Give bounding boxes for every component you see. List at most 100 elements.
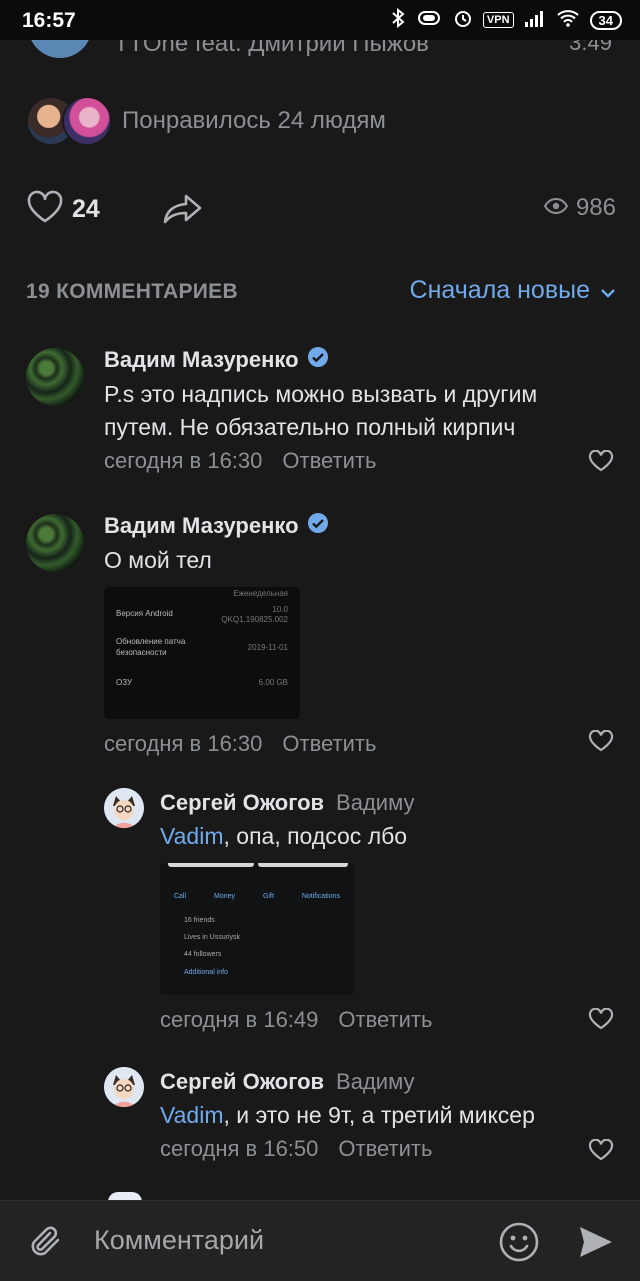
eye-icon	[543, 194, 569, 222]
comment-author[interactable]: Сергей Ожогов Вадиму	[160, 1069, 600, 1095]
heart-icon	[588, 729, 614, 756]
smiley-icon	[498, 1222, 540, 1267]
attachment-text: безопасности	[116, 648, 167, 657]
attachment-bar	[168, 863, 254, 867]
comment-time: сегодня в 16:50	[160, 1136, 319, 1161]
comment-text-rest: , опа, подсос лбо	[223, 823, 408, 849]
comments-sort-dropdown[interactable]: Сначала новые	[410, 276, 616, 305]
comment-like-button[interactable]	[588, 729, 614, 757]
share-button[interactable]	[162, 192, 204, 231]
avatar[interactable]	[104, 1067, 144, 1107]
mention-link[interactable]: Vadim	[160, 1102, 224, 1128]
comments-count: 19 КОММЕНТАРИЕВ	[26, 280, 238, 303]
verified-icon	[307, 346, 329, 374]
comment-time: сегодня в 16:49	[160, 1007, 319, 1032]
attachment-button-money: Money	[214, 893, 236, 900]
alarm-icon	[453, 8, 473, 32]
comment-body: Сергей Ожогов Вадиму Vadim, и это не 9т,…	[160, 1069, 600, 1162]
reply-button[interactable]: Ответить	[282, 731, 376, 757]
heart-icon	[588, 449, 614, 476]
attachment-button-call: Call	[173, 893, 187, 900]
status-bar: 16:57 VPN 34	[0, 0, 640, 40]
attachment-text: ОЗУ	[116, 678, 133, 687]
status-time: 16:57	[22, 9, 76, 32]
post-actions: 24 986	[26, 190, 616, 234]
heart-icon	[588, 1007, 614, 1034]
mention-link[interactable]: Vadim	[160, 823, 224, 849]
attachment-text: Обновление патча	[116, 637, 186, 646]
screenshot-attachment[interactable]: Call Money Gift Notifications 16 friends…	[160, 863, 354, 995]
sort-label: Сначала новые	[409, 276, 590, 304]
attachment-text: 10.0	[272, 605, 288, 614]
attachment-text: 44 followers	[184, 951, 222, 958]
heart-icon	[26, 190, 64, 229]
comments-header: 19 КОММЕНТАРИЕВ Сначала новые	[26, 276, 616, 310]
reply-to-label: Вадиму	[336, 1069, 415, 1094]
comment-meta: сегодня в 16:30 Ответить	[104, 448, 584, 474]
avatar[interactable]	[26, 348, 84, 406]
comment-author[interactable]: Вадим Мазуренко	[104, 512, 584, 540]
comment-text: О мой тел	[104, 547, 212, 573]
attachment-text: Lives in Ussuriysk	[184, 934, 241, 941]
comment-author[interactable]: Вадим Мазуренко	[104, 346, 584, 374]
attachment-button-notifications: Notifications	[301, 893, 340, 900]
author-name: Сергей Ожогов	[160, 790, 325, 815]
author-name: Вадим Мазуренко	[104, 513, 299, 538]
reply-to-label: Вадиму	[336, 790, 415, 815]
comment-text: P.s это надпись можно вызвать и другим п…	[104, 381, 538, 440]
comment-meta: сегодня в 16:49 Ответить	[160, 1007, 600, 1033]
like-count: 24	[72, 195, 100, 223]
views-counter: 986	[543, 194, 616, 222]
view-count: 986	[575, 194, 616, 221]
comment-author[interactable]: Сергей Ожогов Вадиму	[160, 790, 600, 816]
attachment-text: Версия Android	[116, 609, 173, 618]
battery-indicator: 34	[589, 10, 622, 30]
comment-input[interactable]: Комментарий	[94, 1225, 264, 1256]
screenshot-attachment[interactable]: Еженедельная Версия Android 10.0 QKQ1.19…	[104, 587, 300, 719]
liker-avatar	[62, 96, 112, 146]
attachment-bar	[258, 863, 348, 867]
status-icons: VPN 34	[391, 7, 622, 32]
attachment-text: QKQ1.190825.002	[221, 615, 288, 624]
attachment-text: 6.00 GB	[258, 678, 288, 687]
comment-time: сегодня в 16:30	[104, 731, 263, 756]
comment-like-button[interactable]	[588, 1007, 614, 1035]
send-button[interactable]	[576, 1223, 614, 1266]
vpn-badge: VPN	[482, 12, 514, 28]
author-name: Сергей Ожогов	[160, 1069, 325, 1094]
chevron-down-icon	[600, 276, 616, 305]
attachment-button-gift: Gift	[263, 893, 274, 900]
verified-icon	[307, 512, 329, 540]
comment-body: Вадим Мазуренко P.s это надпись можно вы…	[104, 346, 584, 474]
comment-time: сегодня в 16:30	[104, 448, 263, 473]
comment-like-button[interactable]	[588, 1138, 614, 1166]
comment-composer: Комментарий	[0, 1200, 640, 1281]
paperclip-icon	[28, 1226, 64, 1265]
attachment-text: 16 friends	[184, 917, 215, 924]
avatar[interactable]	[26, 514, 84, 572]
comment-meta: сегодня в 16:50 Ответить	[160, 1136, 600, 1162]
reply-button[interactable]: Ответить	[282, 448, 376, 474]
avatar[interactable]	[104, 788, 144, 828]
comment-meta: сегодня в 16:30 Ответить	[104, 731, 584, 757]
comment-body: Вадим Мазуренко О мой тел Еженедельная В…	[104, 512, 584, 757]
comment-text: Vadim, опа, подсос лбо	[160, 820, 600, 853]
attachment-buttons: Call Money Gift Notifications	[160, 875, 354, 905]
liked-by-text: Понравилось 24 людям	[122, 107, 386, 134]
reply-button[interactable]: Ответить	[338, 1136, 432, 1162]
vibrate-icon	[415, 9, 443, 31]
attach-button[interactable]	[28, 1223, 64, 1266]
heart-icon	[588, 1138, 614, 1165]
emoji-button[interactable]	[498, 1221, 540, 1268]
send-icon	[576, 1227, 614, 1265]
signal-icon	[524, 9, 546, 31]
like-button[interactable]: 24	[26, 190, 100, 229]
liked-by-row[interactable]: Понравилось 24 людям	[26, 96, 386, 146]
reply-button[interactable]: Ответить	[338, 1007, 432, 1033]
comment-text-rest: , и это не 9т, а третий миксер	[223, 1102, 535, 1128]
author-name: Вадим Мазуренко	[104, 347, 299, 372]
share-arrow-icon	[162, 194, 204, 230]
wifi-icon	[556, 9, 580, 31]
comment-like-button[interactable]	[588, 449, 614, 477]
bluetooth-icon	[391, 7, 405, 32]
